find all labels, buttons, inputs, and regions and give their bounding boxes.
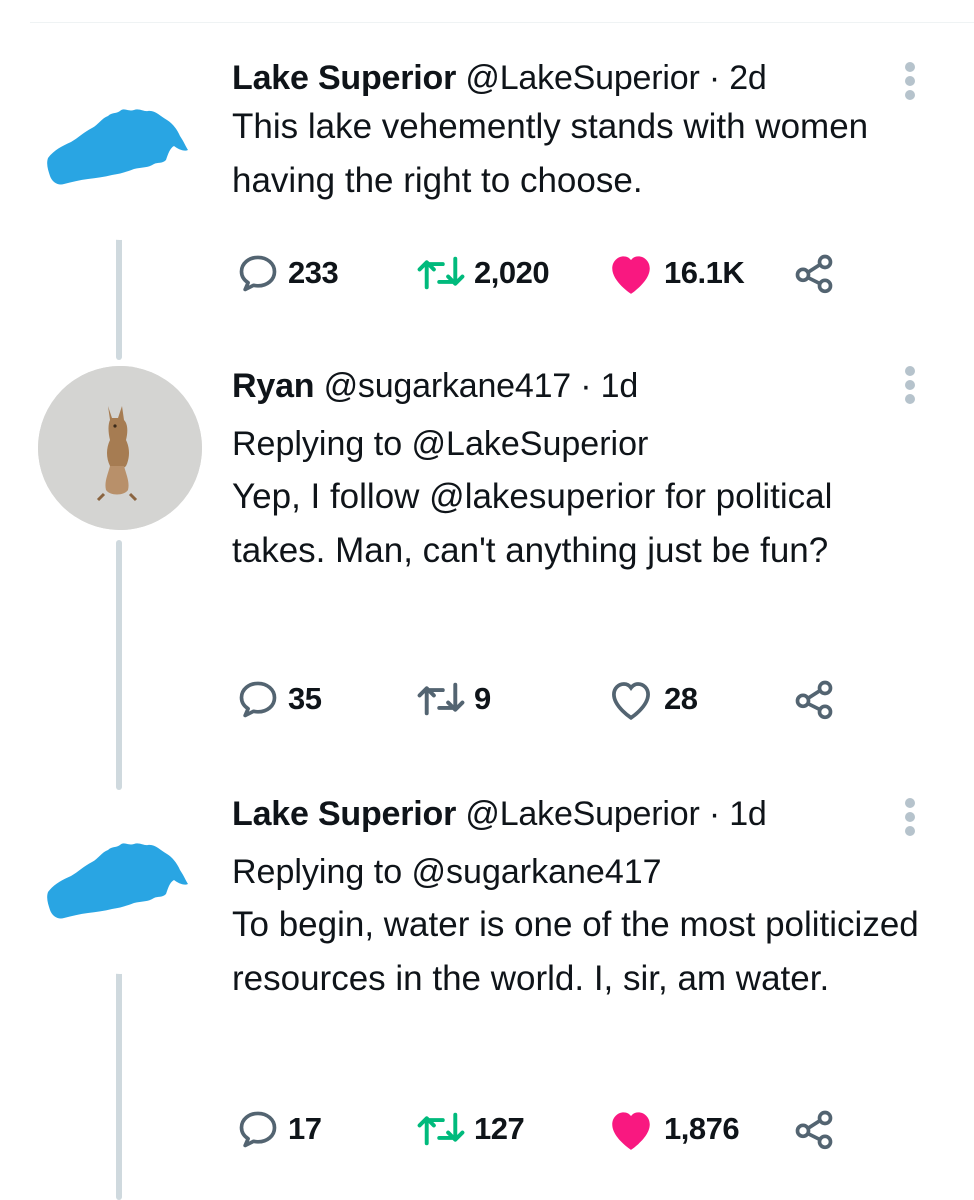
heart-filled-icon — [612, 256, 650, 294]
action-bar: 35 9 28 — [236, 674, 856, 724]
tweet-header: Lake Superior @LakeSuperior · 1d — [232, 794, 934, 834]
reply-button[interactable]: 35 — [236, 674, 322, 724]
reply-count: 233 — [288, 255, 339, 290]
reply-count: 17 — [288, 1111, 322, 1146]
replying-to[interactable]: Replying to @sugarkane417 — [232, 852, 934, 892]
tweet-text: Yep, I follow @lakesuperior for politica… — [232, 477, 833, 570]
user-handle[interactable]: @sugarkane417 — [324, 367, 572, 405]
avatar[interactable] — [38, 76, 202, 240]
retweet-icon — [417, 682, 465, 716]
user-handle[interactable]: @LakeSuperior — [465, 795, 699, 833]
display-name[interactable]: Ryan — [232, 367, 315, 405]
tweet[interactable]: Lake Superior @LakeSuperior · 1d Replyin… — [0, 794, 974, 1194]
timestamp[interactable]: 1d — [601, 367, 639, 405]
like-count: 28 — [664, 681, 698, 716]
retweet-icon — [417, 256, 465, 290]
share-icon — [795, 254, 833, 294]
share-icon — [795, 680, 833, 720]
reply-icon — [239, 255, 277, 292]
tweet-text: To begin, water is one of the most polit… — [232, 905, 919, 998]
tweet-content: Lake Superior @LakeSuperior · 1d Replyin… — [232, 794, 934, 1006]
action-bar: 233 2,020 16.1K — [236, 248, 856, 298]
share-button[interactable] — [792, 1104, 836, 1154]
more-options-icon[interactable] — [905, 58, 919, 104]
more-options-icon[interactable] — [905, 794, 919, 840]
like-button[interactable]: 1,876 — [606, 1104, 740, 1154]
retweet-button[interactable]: 127 — [416, 1104, 525, 1154]
reply-icon — [239, 1111, 277, 1148]
timestamp[interactable]: 2d — [729, 59, 767, 97]
kangaroo-icon — [38, 366, 202, 530]
retweet-button[interactable]: 2,020 — [416, 248, 550, 298]
retweet-count: 9 — [474, 681, 491, 716]
replying-to[interactable]: Replying to @LakeSuperior — [232, 424, 934, 464]
like-button[interactable]: 28 — [606, 674, 698, 724]
share-icon — [795, 1110, 833, 1150]
retweet-count: 127 — [474, 1111, 525, 1146]
reply-count: 35 — [288, 681, 322, 716]
avatar[interactable] — [38, 810, 202, 974]
reply-button[interactable]: 233 — [236, 248, 339, 298]
tweet-content: Lake Superior @LakeSuperior · 2d This la… — [232, 58, 934, 208]
heart-filled-icon — [612, 1112, 650, 1150]
share-button[interactable] — [792, 674, 836, 724]
display-name[interactable]: Lake Superior — [232, 59, 456, 97]
timestamp[interactable]: 1d — [729, 795, 767, 833]
like-count: 1,876 — [664, 1111, 740, 1146]
reply-button[interactable]: 17 — [236, 1104, 322, 1154]
like-count: 16.1K — [664, 255, 745, 290]
top-divider — [30, 22, 974, 23]
retweet-icon — [417, 1112, 465, 1146]
tweet-header: Ryan @sugarkane417 · 1d — [232, 366, 934, 406]
share-button[interactable] — [792, 248, 836, 298]
tweet-header: Lake Superior @LakeSuperior · 2d — [232, 58, 934, 98]
display-name[interactable]: Lake Superior — [232, 795, 456, 833]
action-bar: 17 127 1,876 — [236, 1104, 856, 1154]
separator: · — [708, 795, 720, 833]
more-options-icon[interactable] — [905, 362, 919, 408]
separator: · — [708, 59, 720, 97]
tweet[interactable]: Ryan @sugarkane417 · 1d Replying to @Lak… — [0, 366, 974, 736]
like-button[interactable]: 16.1K — [606, 248, 745, 298]
avatar[interactable] — [38, 366, 202, 530]
tweet[interactable]: Lake Superior @LakeSuperior · 2d This la… — [0, 58, 974, 308]
tweet-text: This lake vehemently stands with women h… — [232, 107, 869, 200]
lake-superior-map-icon — [47, 109, 189, 185]
separator: · — [580, 367, 592, 405]
retweet-count: 2,020 — [474, 255, 550, 290]
tweet-content: Ryan @sugarkane417 · 1d Replying to @Lak… — [232, 366, 934, 578]
retweet-button[interactable]: 9 — [416, 674, 491, 724]
reply-icon — [239, 681, 277, 718]
lake-superior-map-icon — [47, 843, 189, 919]
heart-outline-icon — [612, 682, 650, 720]
user-handle[interactable]: @LakeSuperior — [465, 59, 699, 97]
